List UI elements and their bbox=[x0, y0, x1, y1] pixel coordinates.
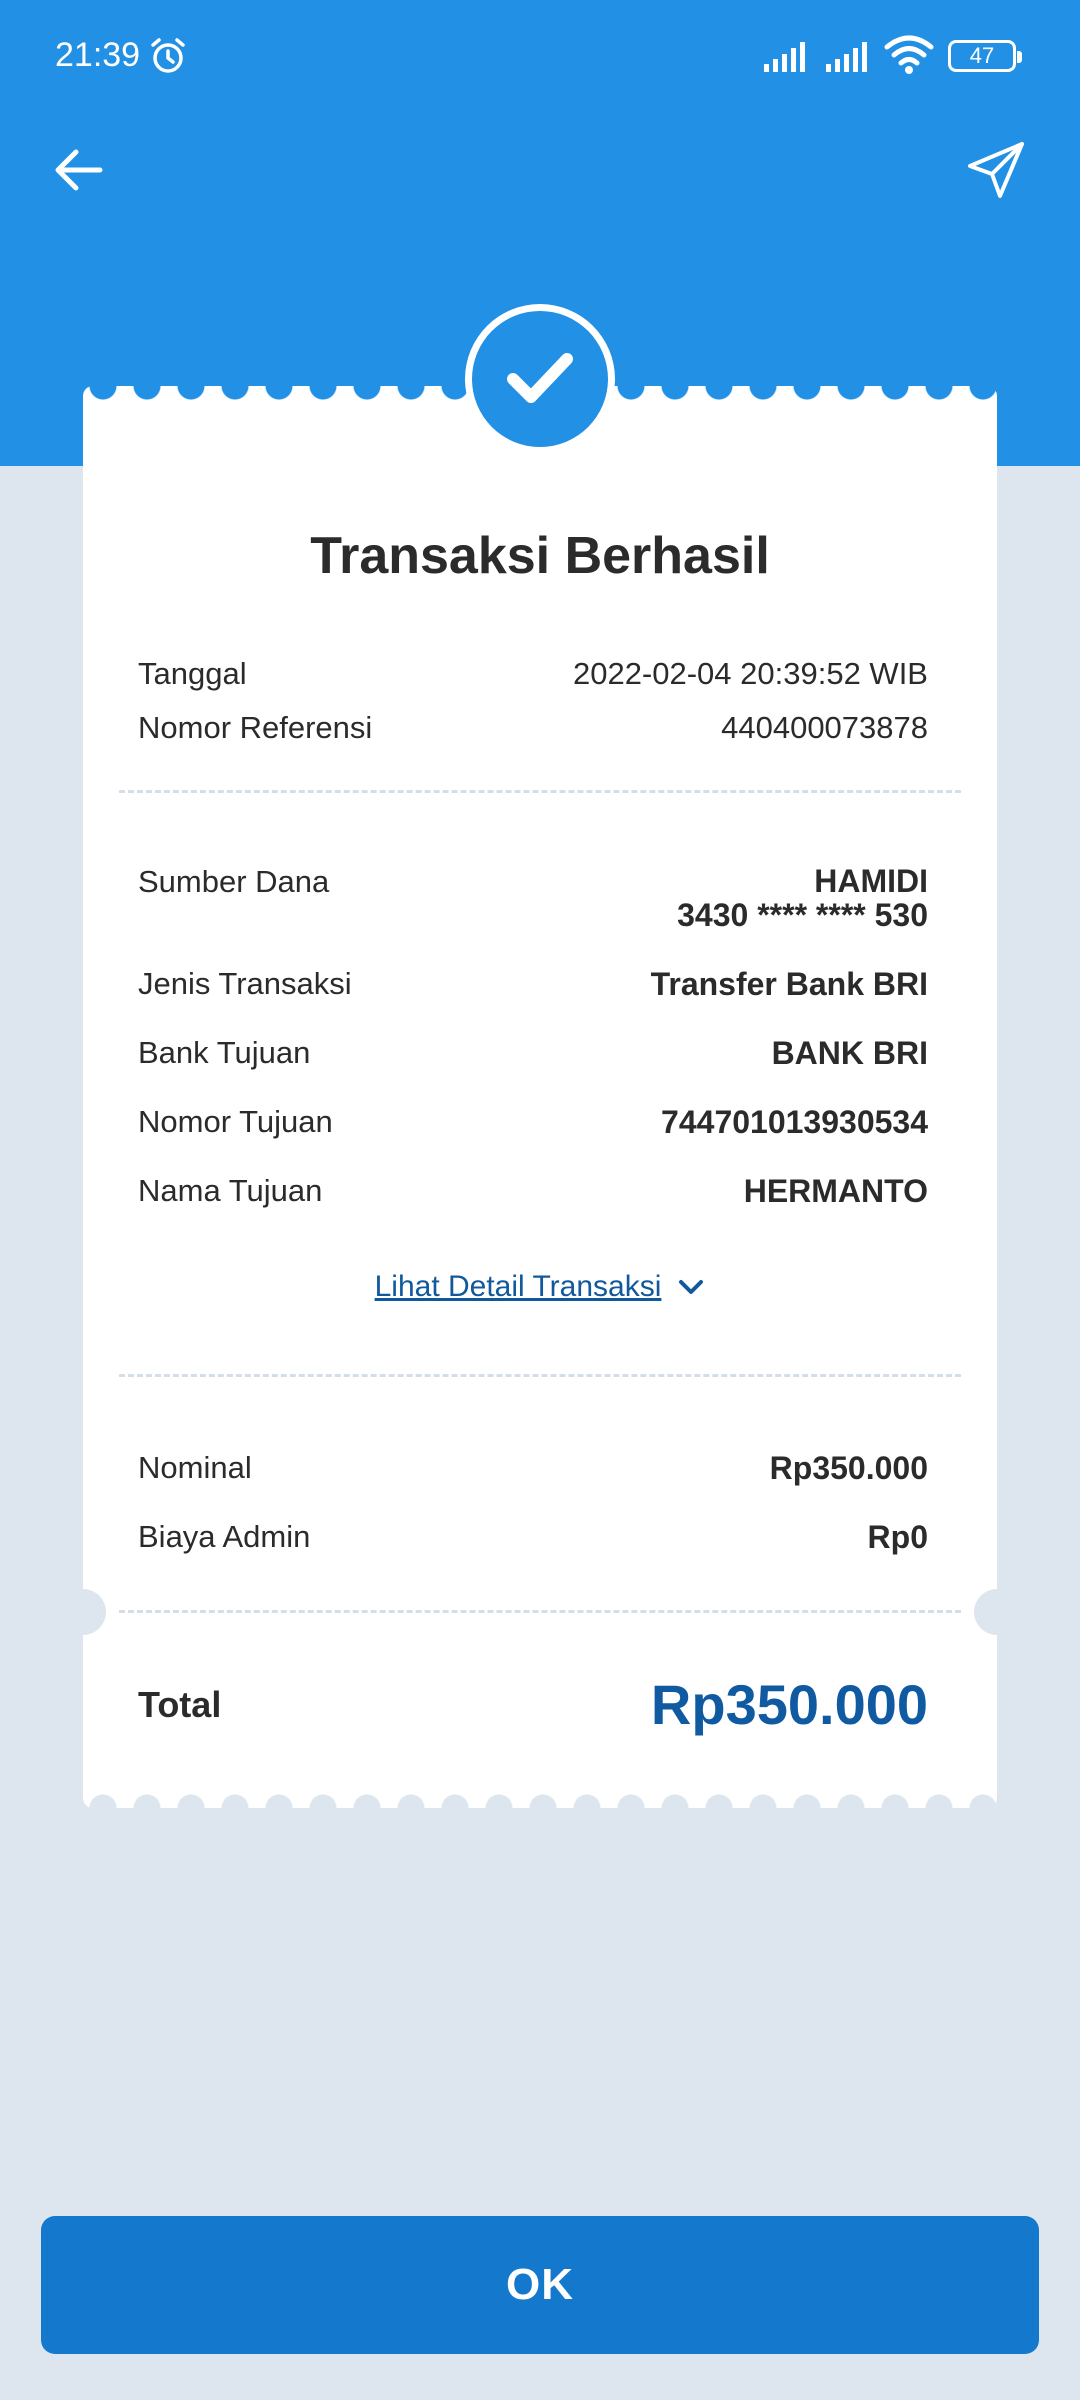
source-account: 3430 **** **** 530 bbox=[677, 897, 928, 933]
total-row: Total Rp350.000 bbox=[138, 1672, 928, 1737]
destination-bank-value: BANK BRI bbox=[771, 1035, 928, 1071]
view-details-link[interactable]: Lihat Detail Transaksi bbox=[83, 1270, 997, 1304]
total-value: Rp350.000 bbox=[650, 1673, 928, 1736]
destination-name-value: HERMANTO bbox=[743, 1173, 928, 1209]
chevron-down-icon bbox=[679, 1280, 704, 1294]
reference-label: Nomor Referensi bbox=[138, 710, 373, 745]
source-label: Sumber Dana bbox=[138, 864, 330, 899]
reference-value: 440400073878 bbox=[721, 710, 928, 745]
source-value: HAMIDI 3430 **** **** 530 bbox=[677, 864, 928, 932]
detail-row-bank: Bank Tujuan BANK BRI bbox=[138, 1035, 928, 1072]
detail-row-number: Nomor Tujuan 744701013930534 bbox=[138, 1104, 928, 1141]
destination-bank-label: Bank Tujuan bbox=[138, 1035, 311, 1070]
battery-level: 47 bbox=[969, 43, 995, 68]
battery-indicator: 47 bbox=[948, 40, 1022, 72]
send-icon[interactable] bbox=[966, 140, 1026, 200]
admin-fee-label: Biaya Admin bbox=[138, 1519, 311, 1554]
divider-3 bbox=[119, 1610, 961, 1613]
date-label: Tanggal bbox=[138, 656, 247, 691]
view-details-text[interactable]: Lihat Detail Transaksi bbox=[375, 1270, 662, 1304]
receipt-notch-left bbox=[60, 1589, 106, 1635]
cellular-signal-icon bbox=[764, 42, 805, 72]
divider-1 bbox=[119, 790, 961, 793]
meta-row-date: Tanggal 2022-02-04 20:39:52 WIB bbox=[138, 656, 928, 692]
source-row: Sumber Dana HAMIDI 3430 **** **** 530 bbox=[138, 864, 928, 932]
destination-number-label: Nomor Tujuan bbox=[138, 1104, 333, 1139]
date-value: 2022-02-04 20:39:52 WIB bbox=[572, 656, 928, 691]
meta-row-reference: Nomor Referensi 440400073878 bbox=[138, 710, 928, 746]
destination-number-value: 744701013930534 bbox=[661, 1104, 928, 1140]
amount-row-nominal: Nominal Rp350.000 bbox=[138, 1450, 928, 1487]
nominal-value: Rp350.000 bbox=[769, 1450, 928, 1486]
detail-row-type: Jenis Transaksi Transfer Bank BRI bbox=[138, 966, 928, 1003]
ok-button[interactable]: OK bbox=[41, 2216, 1039, 2354]
page-title: Transaksi Berhasil bbox=[310, 527, 770, 585]
transaction-type-label: Jenis Transaksi bbox=[138, 966, 352, 1001]
status-bar: 21:39 47 bbox=[0, 0, 1080, 112]
total-label: Total bbox=[138, 1683, 222, 1725]
receipt-card: Transaksi Berhasil Tanggal 2022-02-04 20… bbox=[60, 372, 1020, 1822]
receipt-scallop-bottom bbox=[83, 1794, 997, 1822]
cellular-signal-icon-2 bbox=[826, 42, 867, 72]
amount-row-admin: Biaya Admin Rp0 bbox=[138, 1519, 928, 1556]
check-icon bbox=[507, 353, 573, 403]
divider-2 bbox=[119, 1374, 961, 1377]
detail-row-name: Nama Tujuan HERMANTO bbox=[138, 1173, 928, 1210]
success-badge bbox=[465, 304, 615, 454]
status-time: 21:39 bbox=[55, 36, 141, 74]
success-circle bbox=[472, 311, 608, 447]
wifi-icon bbox=[884, 35, 934, 74]
back-arrow-icon[interactable] bbox=[50, 142, 106, 198]
nominal-label: Nominal bbox=[138, 1450, 252, 1485]
source-name: HAMIDI bbox=[814, 863, 928, 899]
transaction-type-value: Transfer Bank BRI bbox=[650, 966, 928, 1002]
receipt-notch-right bbox=[974, 1589, 1020, 1635]
destination-name-label: Nama Tujuan bbox=[138, 1173, 323, 1208]
admin-fee-value: Rp0 bbox=[867, 1519, 928, 1555]
alarm-clock-icon bbox=[151, 38, 185, 73]
